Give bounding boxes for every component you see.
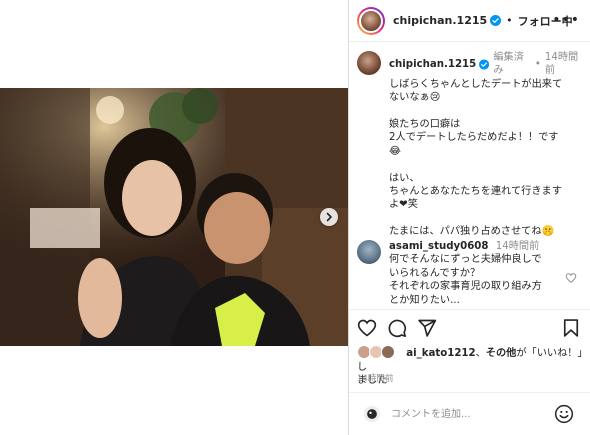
caption-line: 2人でデートしたらだめだよ！！です <box>389 132 559 144</box>
user-avatar-icon <box>363 405 381 423</box>
comment-avatar[interactable] <box>357 240 381 264</box>
verified-badge-icon <box>479 59 490 70</box>
caption-body: chipichan.1215 編集済み • 14時間前 しばらくちゃんとしたデー… <box>389 51 585 239</box>
comment-line: いられるんですか？ <box>389 267 481 279</box>
verified-badge-icon <box>490 15 502 26</box>
likes-others-link[interactable]: その他 <box>486 348 517 359</box>
liker-username[interactable]: ai_kato1212 <box>406 348 475 359</box>
comment-line: それぞれの家事育児の取り組み方 <box>389 281 542 293</box>
header-username[interactable]: chipichan.1215 <box>393 14 487 27</box>
caption-line: よ❤笑 <box>389 199 418 211</box>
caption-line: 😂 <box>389 145 401 157</box>
comment-username[interactable]: asami_study0608 <box>389 241 489 252</box>
caption-dot: • <box>534 58 541 70</box>
caption-line: ないなぁ😢 <box>389 92 441 104</box>
share-icon[interactable] <box>417 318 437 338</box>
caption-gap <box>389 158 585 171</box>
comment-like-icon[interactable] <box>565 272 577 284</box>
comments-list[interactable]: chipichan.1215 編集済み • 14時間前 しばらくちゃんとしたデー… <box>349 43 590 309</box>
edited-label: 編集済み <box>493 52 524 77</box>
liker-avatar <box>381 345 395 359</box>
comment-time[interactable]: 14時間前 <box>496 241 540 252</box>
header-avatar[interactable] <box>357 6 385 35</box>
header-separator: • <box>506 14 513 27</box>
caption-time[interactable]: 14時間前 <box>545 51 585 78</box>
caption-gap <box>389 105 585 118</box>
more-options-icon[interactable]: ••• <box>552 12 580 28</box>
comment-line: とか知りたい... <box>389 294 460 306</box>
caption-line: はい、 <box>389 172 420 184</box>
action-bar <box>349 309 590 345</box>
media-pane <box>0 0 348 435</box>
post-photo[interactable] <box>0 88 348 346</box>
caption-meta: chipichan.1215 編集済み • 14時間前 <box>389 51 585 78</box>
avatar-image <box>359 8 383 33</box>
likes-connector: 、 <box>475 348 486 359</box>
add-comment-bar <box>349 392 590 435</box>
comment-body: asami_study0608 14時間前 何でそんなにずっと夫婦仲良しで いら… <box>389 240 565 307</box>
caption-line: ちゃんとあなたたちを連れて行きます <box>389 186 562 198</box>
photo-illustration <box>0 88 348 346</box>
caption-username[interactable]: chipichan.1215 <box>389 58 476 71</box>
liker-avatars <box>357 345 403 359</box>
post-timestamp[interactable]: 14時間前 <box>357 372 393 384</box>
comment-line: 何でそんなにずっと夫婦仲良しで <box>389 254 542 266</box>
caption-line: しばらくちゃんとしたデートが出来て <box>389 78 563 90</box>
like-heart-icon[interactable] <box>357 318 377 338</box>
post-sidebar: chipichan.1215 • フォロー中 ••• chipichan.121… <box>349 0 590 435</box>
emoji-icon[interactable] <box>554 404 574 424</box>
chevron-right-icon <box>326 212 332 222</box>
caption-gap <box>389 212 585 225</box>
comment-icon[interactable] <box>387 318 407 338</box>
save-bookmark-icon[interactable] <box>561 318 581 338</box>
comment-input[interactable] <box>391 405 541 423</box>
next-image-button[interactable] <box>320 208 338 226</box>
caption-avatar[interactable] <box>357 51 381 75</box>
post-header: chipichan.1215 • フォロー中 ••• <box>349 0 590 42</box>
caption-line: 娘たちの口癖は <box>389 119 461 131</box>
caption-line: たまには、パパ独り占めさせてね🤫 <box>389 226 555 238</box>
